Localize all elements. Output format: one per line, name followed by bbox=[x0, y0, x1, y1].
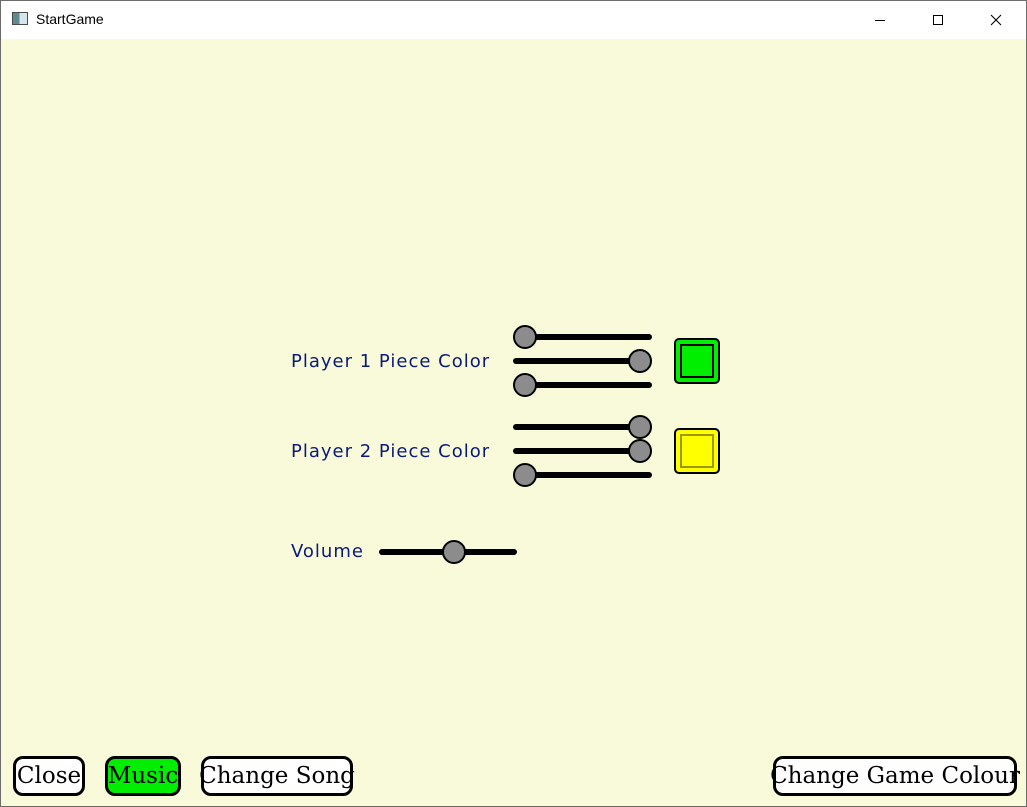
music-button[interactable]: Music bbox=[105, 756, 181, 796]
swatch-fill bbox=[680, 434, 714, 468]
player1-green-slider[interactable] bbox=[513, 349, 652, 373]
title-bar[interactable]: StartGame bbox=[1, 1, 1026, 39]
slider-thumb[interactable] bbox=[513, 325, 537, 349]
slider-thumb[interactable] bbox=[628, 349, 652, 373]
close-icon bbox=[990, 14, 1002, 26]
maximize-button[interactable] bbox=[909, 1, 967, 39]
app-window-icon bbox=[12, 12, 28, 25]
close-button[interactable]: Close bbox=[13, 756, 85, 796]
minimize-icon bbox=[875, 20, 885, 21]
slider-thumb[interactable] bbox=[513, 463, 537, 487]
close-window-button[interactable] bbox=[967, 1, 1025, 39]
slider-thumb[interactable] bbox=[441, 540, 466, 564]
minimize-button[interactable] bbox=[851, 1, 909, 39]
slider-thumb[interactable] bbox=[628, 439, 652, 463]
slider-thumb[interactable] bbox=[513, 373, 537, 397]
player2-green-slider[interactable] bbox=[513, 439, 652, 463]
player1-blue-slider[interactable] bbox=[513, 373, 652, 397]
slider-thumb[interactable] bbox=[628, 415, 652, 439]
volume-slider[interactable] bbox=[379, 540, 517, 564]
player1-red-slider[interactable] bbox=[513, 325, 652, 349]
player2-color-swatch bbox=[674, 428, 720, 474]
volume-label: Volume bbox=[291, 541, 364, 562]
swatch-fill bbox=[680, 344, 714, 378]
change-game-colour-button[interactable]: Change Game Colour bbox=[770, 756, 1020, 796]
player2-blue-slider[interactable] bbox=[513, 463, 652, 487]
player2-red-slider[interactable] bbox=[513, 415, 652, 439]
app-window: StartGame Player 1 Piece Color Player 2 … bbox=[0, 0, 1027, 807]
player1-color-swatch bbox=[674, 338, 720, 384]
change-song-button[interactable]: Change Song bbox=[199, 756, 355, 796]
window-title: StartGame bbox=[36, 11, 104, 27]
player2-color-label: Player 2 Piece Color bbox=[291, 441, 491, 462]
maximize-icon bbox=[933, 15, 943, 25]
player1-color-label: Player 1 Piece Color bbox=[291, 351, 491, 372]
